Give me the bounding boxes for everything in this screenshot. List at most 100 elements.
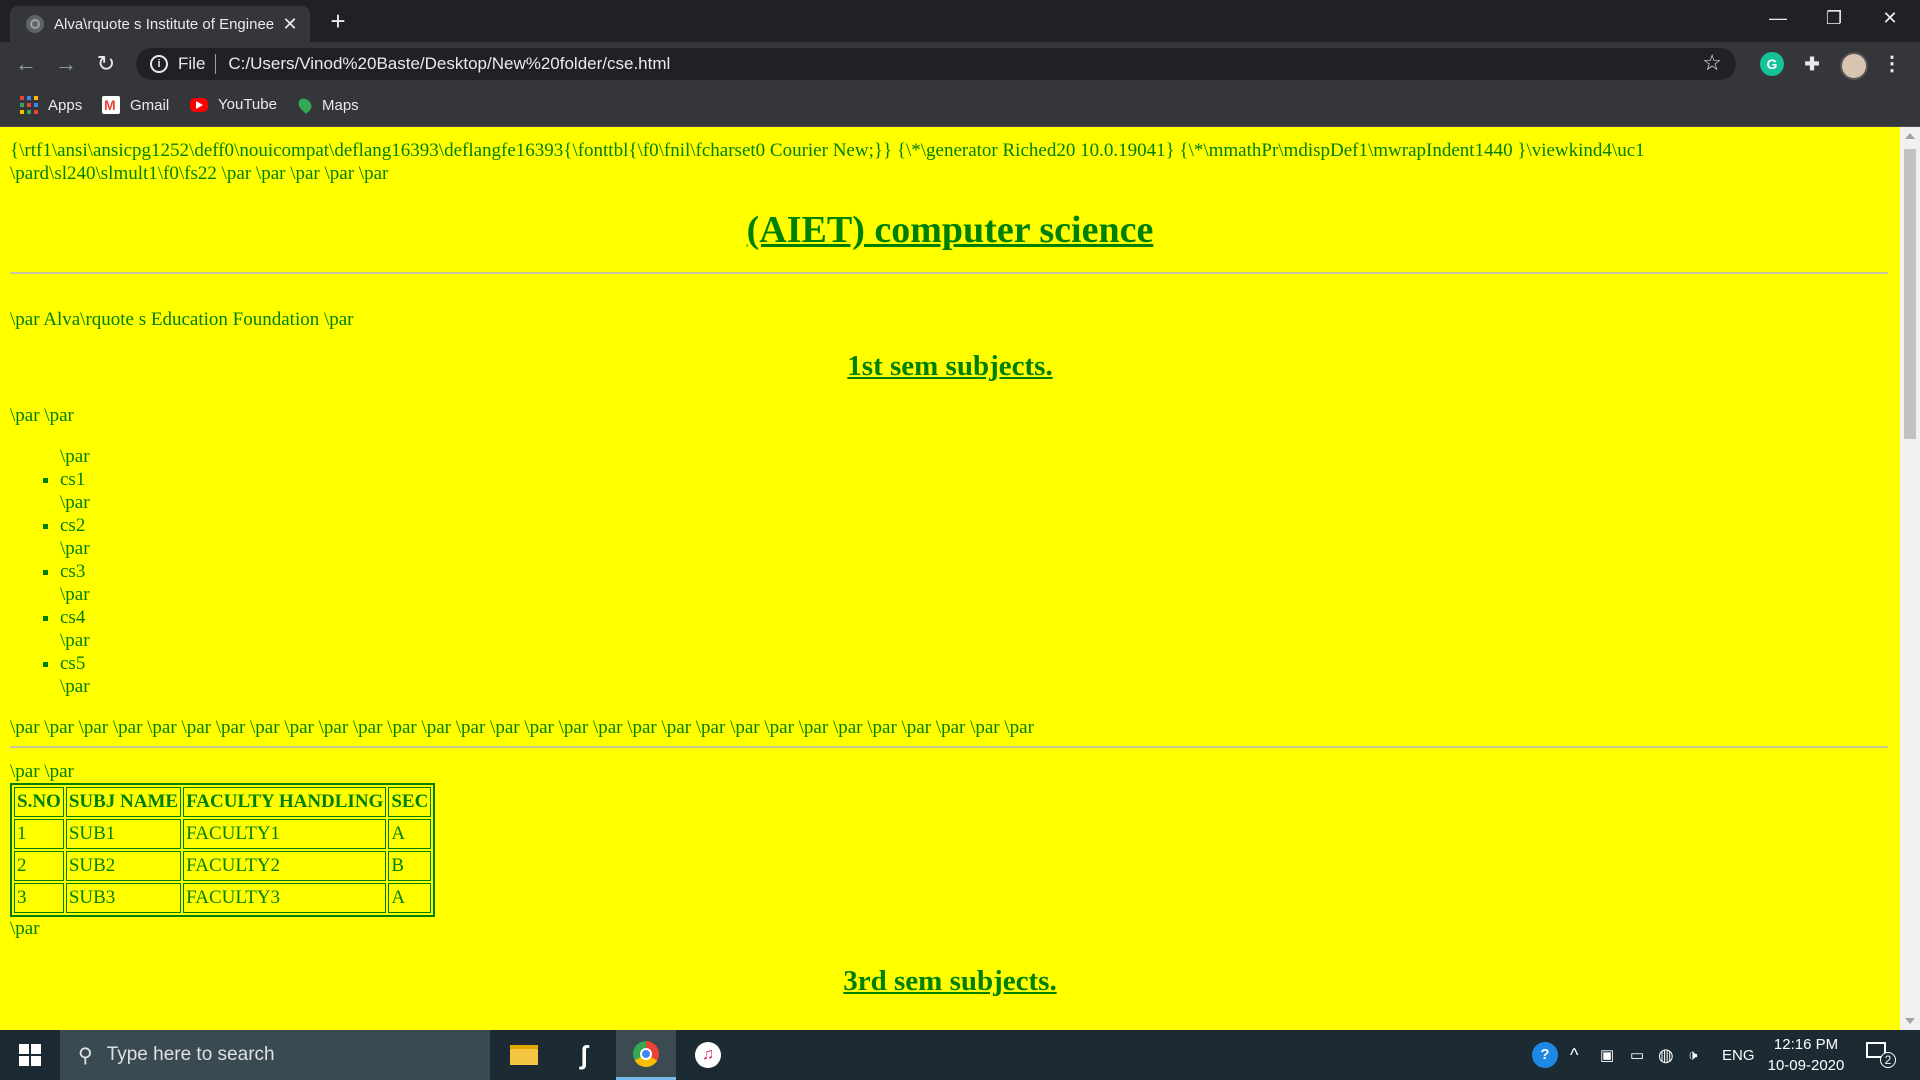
taskbar-clock[interactable]: 12:16 PM 10-09-2020 — [1756, 1034, 1856, 1076]
info-icon[interactable]: i — [150, 55, 168, 73]
file-explorer-app[interactable] — [494, 1030, 554, 1080]
bookmark-gmail[interactable]: M Gmail — [102, 96, 169, 114]
table-row: 1 SUB1 FACULTY1 A — [14, 819, 432, 849]
bookmark-label: YouTube — [218, 96, 277, 113]
menu-kebab-icon[interactable]: ⋮ — [1880, 52, 1904, 76]
table-row: 2 SUB2 FACULTY2 B — [14, 851, 432, 881]
battery-icon[interactable]: ▭ — [1630, 1030, 1644, 1080]
bookmark-maps[interactable]: Maps — [295, 95, 359, 115]
bookmark-label: Apps — [48, 96, 83, 114]
windows-logo-icon — [19, 1044, 41, 1066]
taskbar-search-box[interactable]: ⚲ Type here to search — [60, 1030, 490, 1080]
folder-icon — [510, 1045, 538, 1065]
list-item: cs3 — [60, 560, 1890, 583]
network-globe-icon[interactable]: ◍ — [1658, 1030, 1674, 1080]
scheme-label: File — [178, 54, 206, 73]
maps-icon — [295, 95, 315, 115]
back-arrow-icon[interactable]: ← — [10, 48, 42, 80]
bookmarks-bar: Apps M Gmail YouTube Maps — [0, 86, 1920, 127]
par-text: \par — [60, 584, 90, 605]
par-line: \par \par — [10, 405, 74, 426]
par-line: \par \par — [10, 761, 74, 782]
sem3-heading: 3rd sem subjects. — [843, 965, 1057, 997]
bookmark-star-icon[interactable]: ☆ — [1702, 50, 1722, 76]
divider — [10, 272, 1888, 274]
divider — [10, 746, 1888, 748]
scrollbar-thumb[interactable] — [1904, 149, 1916, 439]
globe-icon — [26, 15, 44, 33]
par-text: \par — [60, 676, 90, 697]
youtube-icon — [190, 97, 208, 112]
scroll-up-arrow-icon[interactable] — [1905, 133, 1915, 139]
forward-arrow-icon[interactable]: → — [50, 48, 82, 80]
bookmark-label: Gmail — [130, 96, 170, 114]
minimize-button[interactable]: — — [1750, 0, 1806, 36]
table-cell: FACULTY2 — [183, 851, 387, 881]
extensions-puzzle-icon[interactable]: ✚ — [1800, 52, 1824, 76]
table-cell: 3 — [14, 883, 64, 913]
page-heading: (AIET) computer science — [746, 209, 1154, 251]
chevron-up-icon[interactable]: ^ — [1570, 1030, 1578, 1080]
foundation-line: \par Alva\rquote s Education Foundation … — [10, 309, 354, 330]
volume-icon[interactable]: 🕩 — [1688, 1030, 1697, 1080]
address-bar[interactable]: i File C:/Users/Vinod%20Baste/Desktop/Ne… — [136, 48, 1736, 80]
music-icon: ♫ — [695, 1042, 721, 1068]
bookmark-youtube[interactable]: YouTube — [190, 96, 277, 113]
browser-toolbar: ← → ↻ i File C:/Users/Vinod%20Baste/Desk… — [0, 42, 1920, 86]
list-item: cs1 — [60, 468, 1890, 491]
browser-tab[interactable]: Alva\rquote s Institute of Enginee ✕ — [10, 6, 310, 42]
table-cell: 2 — [14, 851, 64, 881]
close-window-button[interactable]: ✕ — [1862, 0, 1918, 36]
scroll-down-arrow-icon[interactable] — [1905, 1018, 1915, 1024]
table-header-row: S.NO SUBJ NAME FACULTY HANDLING SEC — [14, 787, 432, 817]
reload-icon[interactable]: ↻ — [90, 48, 122, 80]
start-button[interactable] — [0, 1030, 60, 1080]
tab-strip: Alva\rquote s Institute of Enginee ✕ + —… — [0, 0, 1920, 42]
table-header-cell: S.NO — [14, 787, 64, 817]
table-row: 3 SUB3 FACULTY3 A — [14, 883, 432, 913]
par-text: \par — [60, 492, 90, 513]
restore-button[interactable]: ❐ — [1806, 0, 1862, 36]
par-line: \par \par \par \par \par \par \par \par … — [10, 717, 1034, 738]
new-tab-button[interactable]: + — [322, 6, 354, 38]
language-indicator[interactable]: ENG — [1722, 1030, 1755, 1080]
list-item: cs4 — [60, 606, 1890, 629]
clock-date: 10-09-2020 — [1767, 1057, 1845, 1074]
close-tab-icon[interactable]: ✕ — [278, 14, 302, 35]
par-text: \par — [60, 538, 90, 559]
subjects-table: S.NO SUBJ NAME FACULTY HANDLING SEC 1 SU… — [10, 783, 436, 917]
table-cell: A — [388, 819, 432, 849]
itunes-app[interactable]: ♫ — [678, 1030, 738, 1080]
par-line: \par — [10, 918, 40, 939]
chrome-icon — [633, 1040, 659, 1067]
profile-avatar-icon[interactable] — [1840, 52, 1868, 80]
table-cell: B — [388, 851, 432, 881]
table-header-cell: SUBJ NAME — [65, 787, 182, 817]
sublime-icon: ʃ — [579, 1039, 589, 1070]
clock-time: 12:16 PM — [1773, 1036, 1839, 1053]
tab-title: Alva\rquote s Institute of Enginee — [54, 15, 275, 33]
gmail-icon: M — [102, 96, 120, 114]
address-text[interactable]: C:/Users/Vinod%20Baste/Desktop/New%20fol… — [228, 54, 670, 74]
help-tray-icon[interactable]: ? — [1532, 1030, 1558, 1080]
chrome-app[interactable] — [616, 1030, 676, 1080]
table-cell: FACULTY3 — [183, 883, 387, 913]
table-cell: A — [388, 883, 432, 913]
bookmark-apps[interactable]: Apps — [20, 96, 82, 114]
windows-taskbar: ⚲ Type here to search ʃ ♫ ? ^ ▣ ▭ ◍ 🕩 EN… — [0, 1030, 1920, 1080]
table-cell: 1 — [14, 819, 64, 849]
grammarly-extension-icon[interactable]: G — [1760, 52, 1784, 76]
bookmark-label: Maps — [322, 96, 359, 114]
rtf-header-line: \pard\sl240\slmult1\f0\fs22 \par \par \p… — [10, 163, 389, 184]
search-placeholder: Type here to search — [106, 1044, 275, 1065]
device-tray-icon[interactable]: ▣ — [1600, 1030, 1614, 1080]
address-separator — [215, 54, 217, 74]
page-viewport: {\rtf1\ansi\ansicpg1252\deff0\nouicompat… — [0, 127, 1900, 1030]
page-scrollbar[interactable] — [1900, 127, 1920, 1030]
sublime-app[interactable]: ʃ — [554, 1030, 614, 1080]
table-cell: SUB1 — [65, 819, 182, 849]
notification-center-icon[interactable]: 2 — [1866, 1042, 1896, 1068]
apps-grid-icon — [20, 96, 38, 114]
table-cell: SUB2 — [65, 851, 182, 881]
table-header-cell: SEC — [388, 787, 432, 817]
